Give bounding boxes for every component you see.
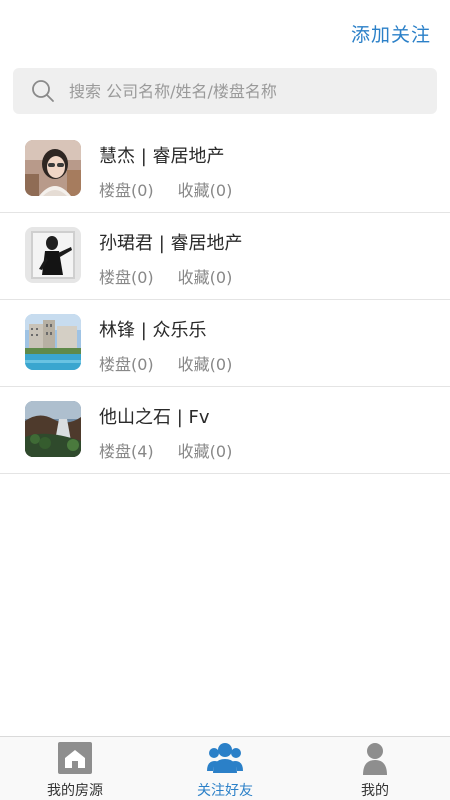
- contact-row[interactable]: 慧杰 | 睿居地产 楼盘(0) 收藏(0): [0, 126, 450, 213]
- avatar: [25, 314, 81, 370]
- header: 添加关注: [0, 0, 450, 64]
- avatar: [25, 140, 81, 196]
- favorites-count: 收藏(0): [177, 268, 233, 287]
- contact-stats: 楼盘(0) 收藏(0): [99, 177, 232, 201]
- contact-name: 慧杰 | 睿居地产: [99, 146, 225, 167]
- avatar: [25, 401, 81, 457]
- contact-row[interactable]: 他山之石 | Fv 楼盘(4) 收藏(0): [0, 387, 450, 474]
- favorites-count: 收藏(0): [177, 355, 233, 374]
- tab-my-listings[interactable]: 我的房源: [0, 737, 150, 800]
- tab-followed-friends[interactable]: 关注好友: [150, 737, 300, 800]
- listings-count: 楼盘(0): [99, 181, 154, 200]
- listings-count: 楼盘(4): [99, 442, 154, 461]
- contact-name: 孙珺君 | 睿居地产: [99, 233, 243, 254]
- contact-name: 他山之石 | Fv: [99, 407, 210, 428]
- tab-label: 我的房源: [47, 783, 103, 799]
- contact-name: 林锋 | 众乐乐: [99, 320, 207, 341]
- listings-count: 楼盘(0): [99, 355, 154, 374]
- tab-me[interactable]: 我的: [300, 737, 450, 800]
- favorites-count: 收藏(0): [177, 442, 233, 461]
- listings-count: 楼盘(0): [99, 268, 154, 287]
- contact-list: 慧杰 | 睿居地产 楼盘(0) 收藏(0) 孙珺君 | 睿居地产 楼盘(0) 收…: [0, 126, 450, 474]
- house-icon: [58, 742, 92, 774]
- person-icon: [363, 743, 387, 775]
- add-follow-button[interactable]: 添加关注: [351, 20, 431, 47]
- tab-label: 关注好友: [197, 783, 253, 799]
- app-screen: 添加关注 搜索 公司名称/姓名/楼盘名称 慧杰 | 睿居地产 楼盘(0) 收藏(…: [0, 0, 450, 800]
- contact-row[interactable]: 林锋 | 众乐乐 楼盘(0) 收藏(0): [0, 300, 450, 387]
- bottom-tab-bar: 我的房源 关注好友 我的: [0, 736, 450, 800]
- friends-icon: [207, 743, 243, 773]
- search-bar: [13, 68, 437, 114]
- favorites-count: 收藏(0): [177, 181, 233, 200]
- avatar: [25, 227, 81, 283]
- tab-label: 我的: [361, 783, 389, 799]
- search-icon: [32, 80, 54, 102]
- contact-stats: 楼盘(0) 收藏(0): [99, 351, 232, 375]
- contact-row[interactable]: 孙珺君 | 睿居地产 楼盘(0) 收藏(0): [0, 213, 450, 300]
- contact-stats: 楼盘(0) 收藏(0): [99, 264, 232, 288]
- contact-stats: 楼盘(4) 收藏(0): [99, 438, 232, 462]
- search-input[interactable]: [69, 68, 419, 114]
